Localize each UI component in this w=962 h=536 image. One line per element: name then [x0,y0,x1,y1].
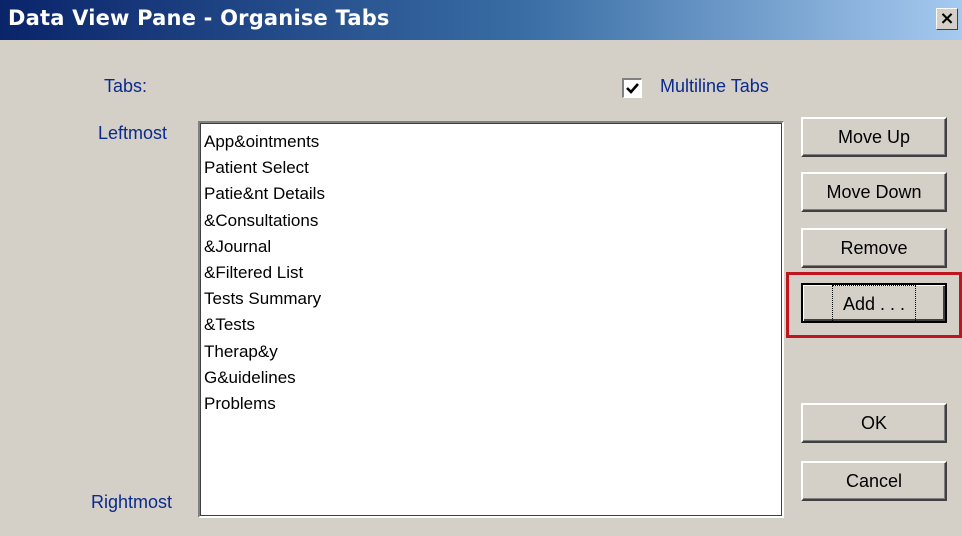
list-item[interactable]: &Tests [204,312,782,338]
window-title: Data View Pane - Organise Tabs [8,6,390,30]
list-item[interactable]: Patie&nt Details [204,181,782,207]
list-item[interactable]: &Consultations [204,208,782,234]
checkmark-icon [626,83,639,94]
title-bar: Data View Pane - Organise Tabs × [0,0,962,40]
move-down-button[interactable]: Move Down [801,172,947,212]
tabs-label: Tabs: [104,76,148,96]
list-item[interactable]: &Journal [204,234,782,260]
cancel-button[interactable]: Cancel [801,461,947,501]
move-down-label: Move Down [826,181,922,202]
list-item[interactable]: Tests Summary [204,286,782,312]
move-up-label: Move Up [837,126,911,147]
multiline-tabs-label: Multiline Tabs [660,76,769,96]
ok-label: OK [860,412,887,433]
leftmost-label: Leftmost [98,123,168,143]
list-item[interactable]: App&ointments [204,129,782,155]
list-item[interactable]: Patient Select [204,155,782,181]
checkbox-box[interactable] [622,78,642,98]
add-button-highlight [786,272,962,338]
rightmost-label: Rightmost [91,492,173,512]
remove-button[interactable]: Remove [801,228,947,268]
remove-label: Remove [840,237,908,258]
ok-button[interactable]: OK [801,403,947,443]
close-button[interactable]: × [936,8,958,30]
move-up-button[interactable]: Move Up [801,117,947,157]
tabs-listbox[interactable]: App&ointments Patient Select Patie&nt Deta… [198,121,784,518]
list-item[interactable]: &Filtered List [204,260,782,286]
cancel-label: Cancel [845,470,903,491]
list-item[interactable]: Problems [204,391,782,417]
list-item[interactable]: Therap&y [204,339,782,365]
list-item[interactable]: G&uidelines [204,365,782,391]
